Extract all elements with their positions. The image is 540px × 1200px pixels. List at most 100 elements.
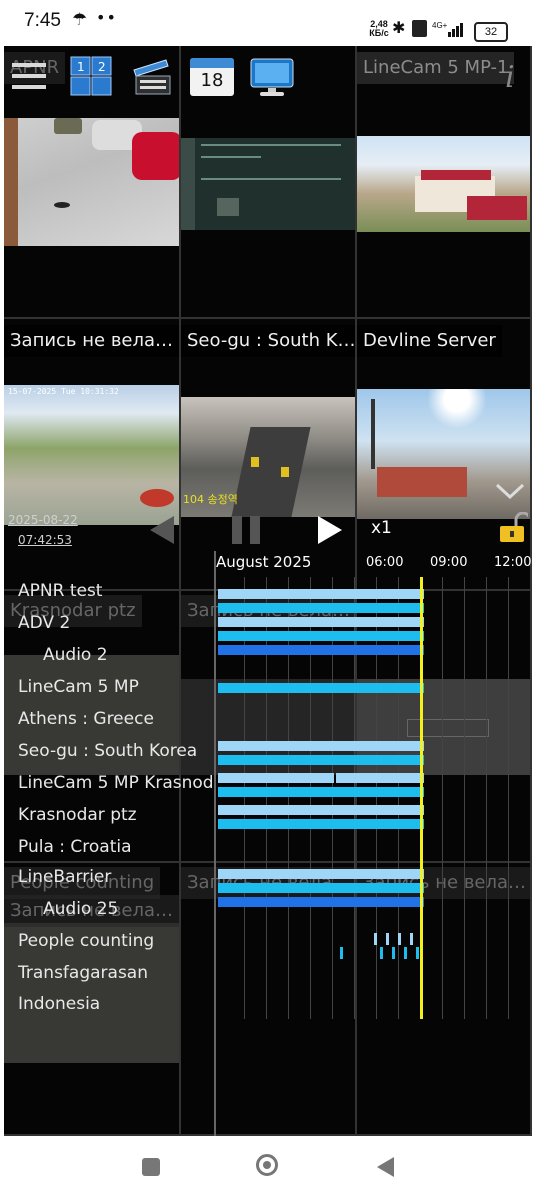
timeline-gridline [266,577,267,1019]
chevron-down-icon[interactable] [495,481,525,505]
timeline-gridline [376,577,377,1019]
channel-item[interactable]: Audio 2 [43,645,108,665]
camera-title: Devline Server [357,325,502,357]
event-tick[interactable] [386,933,389,945]
event-tick[interactable] [404,947,407,959]
camera-grid-app: APNR LineCam 5 MP-1 i 12 18 15-07-2025 T… [4,46,532,1136]
event-tick[interactable] [340,947,343,959]
svg-text:4G+: 4G+ [432,21,448,30]
info-icon[interactable]: i [505,60,515,95]
event-tick[interactable] [416,947,419,959]
recording-segment[interactable] [218,683,424,693]
hour-label-1200: 12:00 [494,555,532,570]
channel-item[interactable]: Athens : Greece [18,709,154,729]
event-tick[interactable] [398,933,401,945]
timeline-gridline [442,577,443,1019]
hour-label-0900: 09:00 [430,555,468,570]
back-icon[interactable] [376,1156,396,1182]
camera-video: 104 송정역 [181,397,355,517]
timeline-divider [214,551,216,1136]
camera-video [181,138,355,230]
recording-segment[interactable] [218,773,334,783]
camera-video [4,118,179,246]
lock-icon[interactable] [498,511,532,548]
timeline-gridline [464,577,465,1019]
signal-icon: 4G+ [432,20,466,38]
event-tick[interactable] [374,933,377,945]
camera-title: Seo-gu : South K… [181,325,355,357]
clock: 7:45 [24,10,61,31]
event-tick[interactable] [392,947,395,959]
timeline-gridline [354,577,355,1019]
channel-item[interactable]: Audio 25 [43,899,118,919]
camera-title: Запись не вела… [4,325,179,357]
hour-label-0600: 06:00 [366,555,404,570]
channel-item[interactable]: Pula : Croatia [18,837,132,857]
svg-text:2: 2 [98,60,106,74]
channel-item[interactable]: Indonesia [18,994,100,1014]
playback-speed[interactable]: x1 [371,518,392,538]
camera-title: LineCam 5 MP-1 [357,52,515,84]
recording-segment[interactable] [218,645,424,655]
playback-controls: x1 [4,508,532,552]
recording-segment[interactable] [218,603,424,613]
timeline-gridline [486,577,487,1019]
battery-indicator: 32 [474,22,508,42]
timeline-gridline [288,577,289,1019]
channel-item[interactable]: People counting [18,931,154,951]
timeline-gridline [398,577,399,1019]
step-back-icon[interactable] [148,514,176,550]
channel-item[interactable]: Krasnodar ptz [18,805,137,825]
monitor-icon[interactable] [250,58,294,98]
bluetooth-icon: ✱ [392,18,406,37]
recents-icon[interactable] [142,1158,160,1176]
calendar-icon[interactable]: 18 [190,58,234,96]
pause-icon[interactable] [230,514,264,550]
channel-item[interactable]: LineBarrier [18,867,111,887]
more-notifications-icon: •• [96,8,117,27]
clapperboard-icon[interactable] [132,56,174,96]
play-icon[interactable] [316,514,344,550]
event-tick[interactable] [380,947,383,959]
camera-video [357,136,530,232]
recording-segment[interactable] [336,773,424,783]
timeline-gridline [332,577,333,1019]
camera-video: 15-07-2025 Tue 10:31:32 [4,385,179,525]
channel-list[interactable]: APNR test ADV 2 Audio 2 LineCam 5 MP Ath… [4,576,214,1016]
channel-item[interactable]: Seo-gu : South Korea [18,741,197,761]
camera-tile-3[interactable]: LineCam 5 MP-1 i [357,46,532,319]
recording-segment[interactable] [218,883,424,893]
channel-item[interactable]: Transfagarasan [18,963,148,983]
recording-segment[interactable] [218,631,424,641]
recording-segment[interactable] [218,805,424,815]
status-bar: 7:45 ☂ •• 2,48 КБ/с ✱ 4G+ 32 [0,0,540,46]
home-icon[interactable] [256,1154,278,1176]
timeline-gridline [508,577,509,1019]
recording-segment[interactable] [218,787,424,797]
grid-layout-icon[interactable]: 12 [70,56,112,96]
channel-item[interactable]: APNR test [18,581,102,601]
svg-text:1: 1 [77,60,85,74]
system-nav-bar [0,1136,540,1200]
recording-segment[interactable] [218,869,424,879]
recording-segment[interactable] [218,741,424,751]
calendar-day: 18 [200,70,224,91]
recording-segment[interactable] [218,617,424,627]
timeline-panel[interactable]: August 2025 06:00 09:00 12:00 [214,551,532,1021]
channel-item[interactable]: ADV 2 [18,613,70,633]
volte-icon [412,20,427,37]
timeline-gridline [244,577,245,1019]
menu-icon[interactable] [12,60,46,92]
umbrella-icon: ☂ [72,10,88,30]
recording-segment[interactable] [218,819,424,829]
recording-segment[interactable] [218,897,424,907]
event-tick[interactable] [410,933,413,945]
recording-segment[interactable] [218,589,424,599]
network-speed: 2,48 КБ/с [369,19,389,38]
channel-item[interactable]: LineCam 5 MP [18,677,139,697]
channel-item[interactable]: LineCam 5 MP Krasnodar [18,773,214,793]
recording-segment[interactable] [218,755,424,765]
camera-overlay-text: 104 송정역 [183,493,238,506]
timeline-month: August 2025 [216,553,312,571]
timeline-cursor[interactable] [420,577,423,1019]
